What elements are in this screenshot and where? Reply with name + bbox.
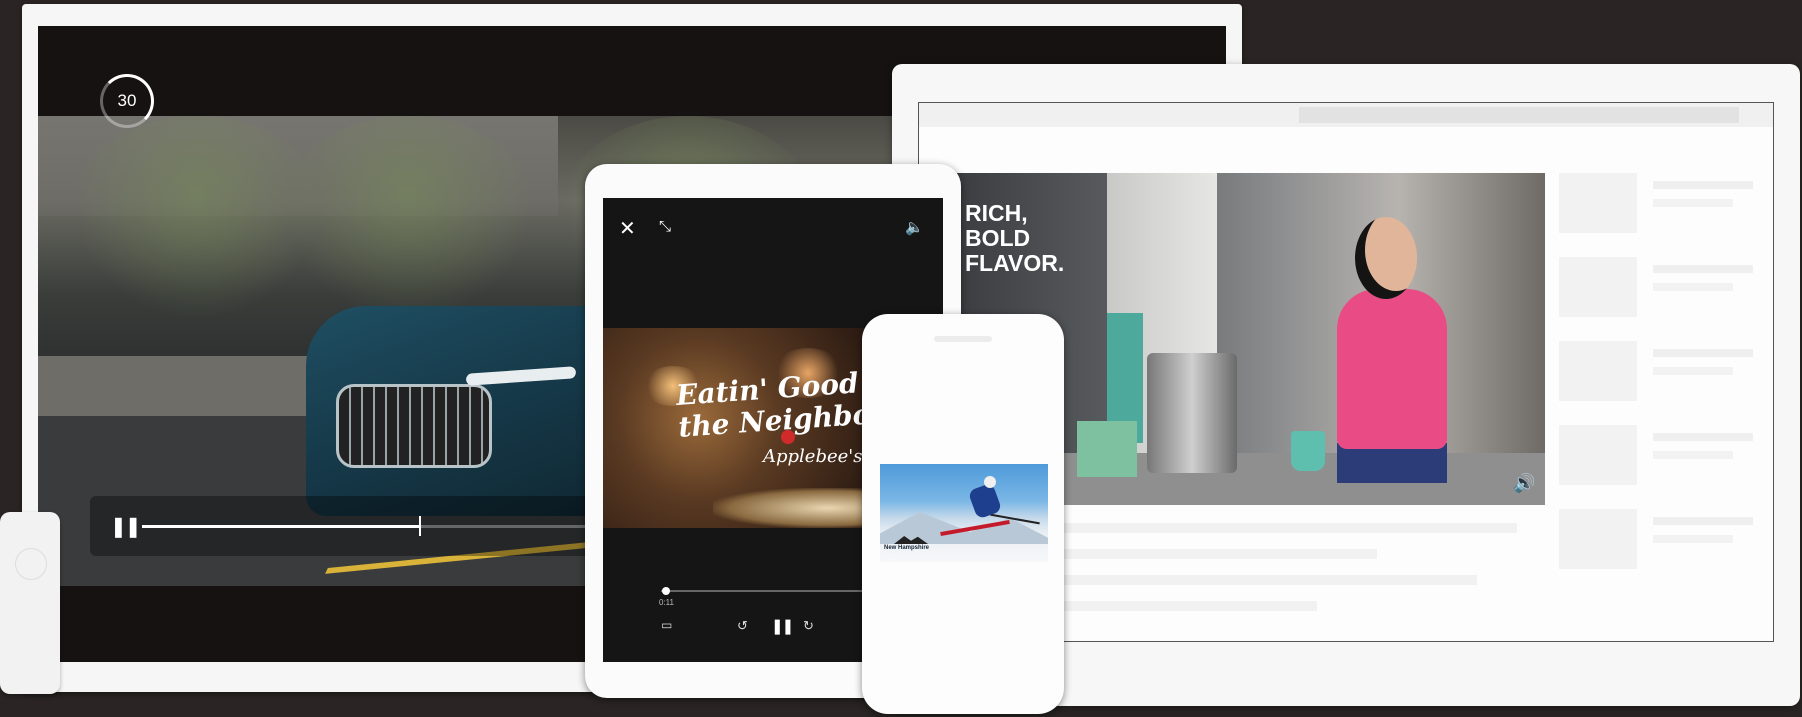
sidebar-thumbnail — [1559, 509, 1637, 569]
coffee-maker — [1147, 353, 1237, 473]
woman-head — [1355, 217, 1417, 299]
mug — [1291, 431, 1325, 471]
headline-line: RICH, — [965, 200, 1028, 226]
scrubber-handle[interactable] — [419, 516, 422, 536]
rewind-icon[interactable]: ↺ — [737, 618, 748, 634]
pause-icon[interactable]: ❚❚ — [110, 514, 141, 539]
sidebar-line — [1653, 349, 1753, 357]
sidebar-line — [1653, 433, 1753, 441]
headline-line: FLAVOR. — [965, 250, 1065, 276]
sidebar-item[interactable] — [1559, 509, 1759, 569]
phone-speaker — [934, 336, 992, 342]
woman-legs — [1337, 443, 1447, 483]
phone-video-player[interactable]: New Hampshire — [880, 464, 1048, 562]
sidebar-thumbnail — [1559, 173, 1637, 233]
headline-line: BOLD — [965, 225, 1031, 251]
apple-logo-icon — [781, 430, 795, 444]
new-hampshire-logo: New Hampshire — [884, 536, 938, 556]
sidebar-line — [1653, 283, 1733, 291]
exit-fullscreen-icon[interactable]: ⤡ — [659, 218, 671, 235]
volume-icon[interactable]: 🔊 — [1513, 473, 1535, 494]
sidebar-thumbnail — [1559, 257, 1637, 317]
airplay-icon[interactable]: ▭ — [661, 618, 672, 632]
phone-device: New Hampshire — [862, 314, 1064, 714]
header-block — [1299, 107, 1739, 123]
sidebar-line — [1653, 199, 1733, 207]
sidebar-item[interactable] — [1559, 341, 1759, 401]
sidebar-item[interactable] — [1559, 257, 1759, 317]
sidebar-line — [1653, 265, 1753, 273]
ad-countdown-timer: 30 — [100, 74, 154, 128]
sidebar-item[interactable] — [1559, 173, 1759, 233]
logo-text: New Hampshire — [884, 545, 930, 551]
sidebar-item[interactable] — [1559, 425, 1759, 485]
brand-logo: Applebee's — [763, 446, 863, 467]
ad-headline: RICH, BOLD FLAVOR. — [965, 201, 1064, 276]
mountain-logo-icon — [894, 536, 928, 544]
sidebar-thumbnail — [1559, 341, 1637, 401]
sidebar-line — [1653, 517, 1753, 525]
coffee-box — [1077, 421, 1137, 477]
scrubber-handle[interactable] — [662, 587, 671, 595]
elapsed-time: 0:11 — [659, 598, 674, 607]
sidebar-line — [1653, 181, 1753, 189]
sidebar-thumbnail — [1559, 425, 1637, 485]
sidebar-line — [1653, 451, 1733, 459]
forward-icon[interactable]: ↻ — [803, 618, 814, 634]
browser-top-bar — [919, 103, 1773, 127]
close-icon[interactable]: ✕ — [619, 216, 636, 241]
car-headlight — [465, 366, 577, 386]
remote-dpad — [15, 548, 47, 580]
background-tree — [278, 116, 538, 316]
sidebar-line — [1653, 535, 1733, 543]
sidebar-line — [1653, 367, 1733, 375]
remote-control — [0, 512, 60, 694]
volume-icon[interactable]: 🔈 — [905, 218, 924, 236]
car-grille — [336, 384, 492, 468]
pause-icon[interactable]: ❚❚ — [771, 617, 794, 635]
progress-fill — [142, 525, 420, 528]
woman-body — [1337, 289, 1447, 449]
skier-helmet — [984, 476, 996, 488]
